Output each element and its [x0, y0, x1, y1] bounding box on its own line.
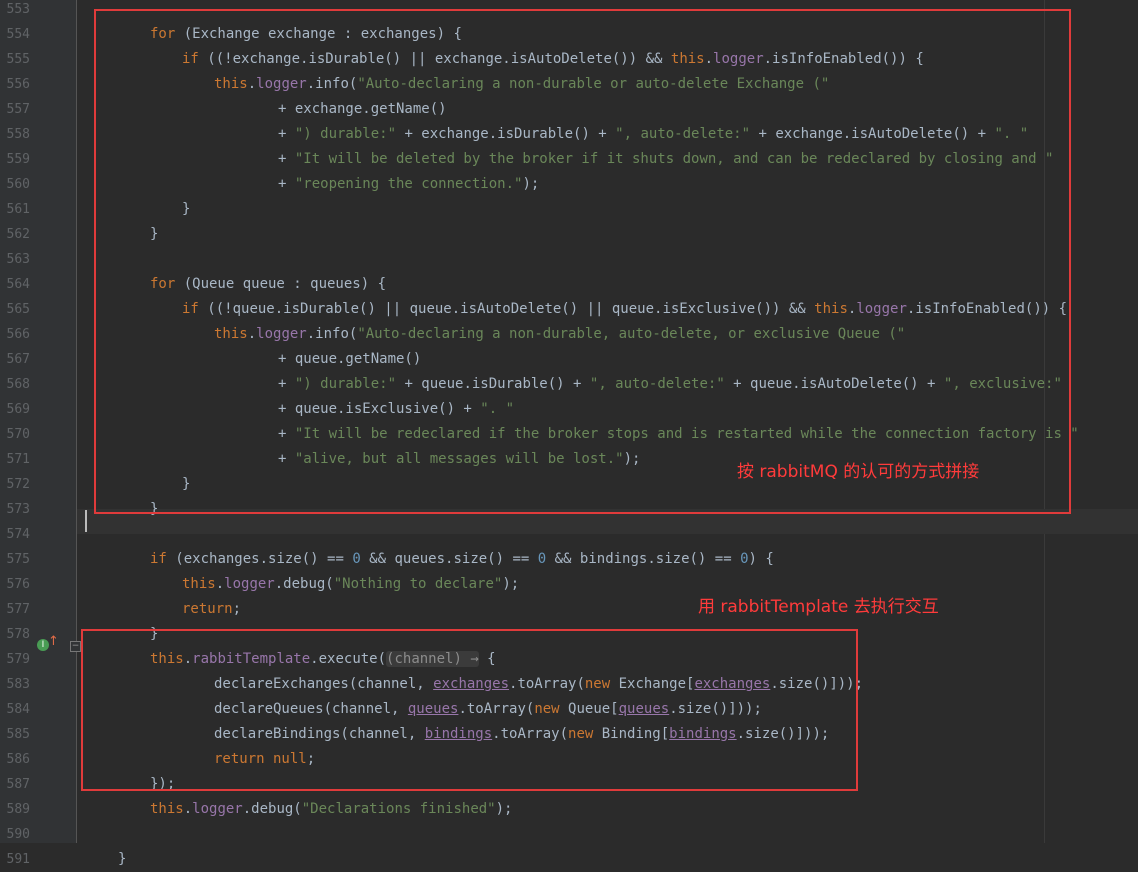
override-arrow-icon[interactable]: ↑ — [48, 634, 59, 649]
code-token: logger — [192, 801, 243, 817]
code-token: . — [183, 801, 193, 817]
line-number: 584 — [6, 702, 30, 717]
annotation-box-declarations — [94, 9, 1071, 514]
code-token: 0 — [352, 551, 361, 567]
line-number: 563 — [6, 252, 30, 267]
annotation-note-bottom: 用 rabbitTemplate 去执行交互 — [698, 597, 939, 617]
line-number: 564 — [6, 277, 30, 292]
line-number: 586 — [6, 752, 30, 767]
line-number: 569 — [6, 402, 30, 417]
code-token: ); — [495, 801, 513, 817]
code-token: .debug( — [242, 801, 302, 817]
line-number: 587 — [6, 777, 30, 792]
line-number: 570 — [6, 427, 30, 442]
code-line: if (exchanges.size() == 0 && queues.size… — [150, 547, 774, 572]
line-number: 583 — [6, 677, 30, 692]
code-token: if — [150, 551, 176, 567]
line-number: 559 — [6, 152, 30, 167]
line-number: 575 — [6, 552, 30, 567]
code-token: "Declarations finished" — [301, 801, 496, 817]
code-line: this.logger.debug("Declarations finished… — [150, 797, 512, 822]
code-token: ; — [232, 601, 242, 617]
gutter-divider — [76, 0, 77, 843]
code-token: ); — [502, 576, 520, 592]
line-number: 553 — [6, 2, 30, 17]
fold-icon[interactable]: − — [70, 641, 81, 652]
code-token: ) { — [748, 551, 774, 567]
code-token: logger — [224, 576, 275, 592]
line-number: 556 — [6, 77, 30, 92]
line-number: 577 — [6, 602, 30, 617]
line-number: 568 — [6, 377, 30, 392]
code-token: this — [182, 576, 216, 592]
line-number: 585 — [6, 727, 30, 742]
line-number: 562 — [6, 227, 30, 242]
code-token: 0 — [740, 551, 749, 567]
code-token: } — [118, 851, 127, 867]
line-number: 576 — [6, 577, 30, 592]
line-number: 579 — [6, 652, 30, 667]
code-token: "Nothing to declare" — [333, 576, 503, 592]
line-number: 572 — [6, 477, 30, 492]
line-number: 561 — [6, 202, 30, 217]
line-number: 557 — [6, 102, 30, 117]
code-token: .debug( — [274, 576, 334, 592]
line-number: 573 — [6, 502, 30, 517]
code-token: (exchanges.size() == — [175, 551, 353, 567]
code-token: 0 — [537, 551, 547, 567]
line-number: 589 — [6, 802, 30, 817]
line-number: 555 — [6, 52, 30, 67]
line-number: 558 — [6, 127, 30, 142]
code-token: this — [150, 801, 184, 817]
code-token: . — [215, 576, 225, 592]
line-number: 578 — [6, 627, 30, 642]
line-number: 560 — [6, 177, 30, 192]
line-number: 565 — [6, 302, 30, 317]
code-line: return; — [182, 597, 241, 622]
line-number: 574 — [6, 527, 30, 542]
code-token: return — [182, 601, 233, 617]
line-number: 591 — [6, 852, 30, 867]
text-caret — [85, 510, 87, 532]
line-number: 554 — [6, 27, 30, 42]
code-token: && queues.size() == — [360, 551, 538, 567]
code-line: } — [118, 847, 126, 872]
code-token: && bindings.size() == — [546, 551, 741, 567]
line-number: 590 — [6, 827, 30, 842]
line-number: 566 — [6, 327, 30, 342]
code-line: this.logger.debug("Nothing to declare"); — [182, 572, 519, 597]
line-number: 567 — [6, 352, 30, 367]
line-number: 571 — [6, 452, 30, 467]
annotation-box-execute — [81, 629, 858, 791]
annotation-note-top: 按 rabbitMQ 的认可的方式拼接 — [737, 462, 980, 482]
